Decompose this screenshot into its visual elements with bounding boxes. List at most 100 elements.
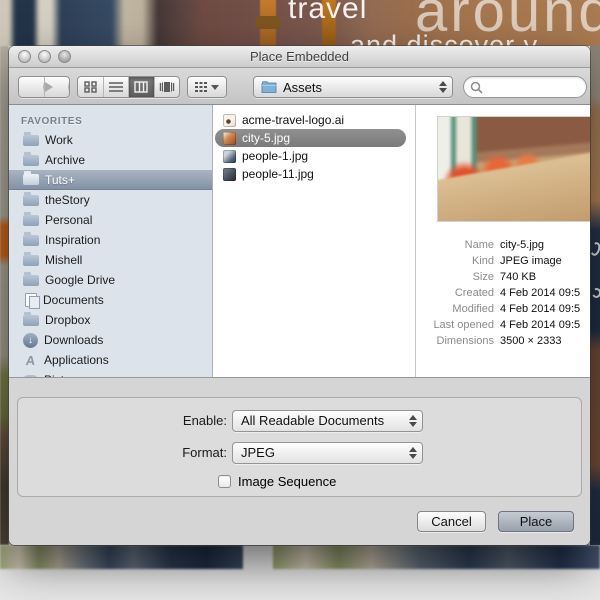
image-sequence-checkbox[interactable] — [218, 475, 231, 488]
folder-icon — [23, 215, 39, 226]
poster-script-fragment — [590, 241, 600, 257]
sidebar-item-documents[interactable]: Documents — [9, 290, 212, 310]
place-button[interactable]: Place — [498, 511, 574, 532]
metadata-row: KindJPEG image — [416, 253, 590, 269]
file-row-people-1[interactable]: people-1.jpg — [215, 147, 406, 165]
metadata-label: Created — [416, 287, 500, 299]
sidebar-item-mishell[interactable]: Mishell — [9, 250, 212, 270]
metadata-label: Last opened — [416, 319, 500, 331]
poster-subheadline: and discover y — [350, 30, 538, 46]
popup-stepper-icon — [406, 412, 420, 430]
search-input[interactable] — [487, 80, 577, 94]
folder-icon — [23, 195, 39, 206]
folder-icon — [23, 135, 39, 146]
file-metadata: Namecity-5.jpg KindJPEG image Size740 KB… — [416, 237, 590, 349]
window-controls — [18, 50, 71, 63]
minimize-window-button[interactable] — [38, 50, 51, 63]
column-view-button[interactable] — [129, 77, 155, 97]
sidebar-item-label: Work — [45, 133, 73, 147]
coverflow-view-button[interactable] — [155, 77, 180, 97]
background-photo-left — [0, 545, 243, 569]
title-bar[interactable]: Place Embedded — [9, 46, 590, 68]
file-row-city-5[interactable]: city-5.jpg — [215, 129, 406, 147]
sidebar-item-inspiration[interactable]: Inspiration — [9, 230, 212, 250]
preview-pane: Namecity-5.jpg KindJPEG image Size740 KB… — [416, 105, 590, 377]
dialog-title: Place Embedded — [9, 46, 590, 67]
history-nav — [18, 76, 70, 98]
cancel-button[interactable]: Cancel — [417, 511, 486, 532]
metadata-row: Last opened4 Feb 2014 09:5 — [416, 317, 590, 333]
poster-script-fragment — [591, 287, 600, 299]
forward-icon — [45, 82, 70, 92]
list-view-icon — [109, 81, 123, 93]
background-poster: travel around and discover y — [0, 0, 600, 46]
folder-icon — [23, 235, 39, 246]
applications-icon: A — [22, 353, 39, 368]
column-view-icon — [134, 81, 148, 93]
metadata-row: Dimensions3500 × 2333 — [416, 333, 590, 349]
sidebar-item-work[interactable]: Work — [9, 130, 212, 150]
metadata-value: city-5.jpg — [500, 239, 544, 251]
sidebar-item-label: Google Drive — [45, 273, 115, 287]
sidebar-item-applications[interactable]: A Applications — [9, 350, 212, 370]
file-row-people-11[interactable]: people-11.jpg — [215, 165, 406, 183]
sidebar-item-dropbox[interactable]: Dropbox — [9, 310, 212, 330]
metadata-value: 740 KB — [500, 271, 536, 283]
sidebar-item-label: Archive — [45, 153, 85, 167]
folder-icon — [23, 315, 39, 326]
image-sequence-label: Image Sequence — [238, 474, 336, 489]
icon-view-icon — [84, 81, 97, 93]
location-popup[interactable]: Assets — [253, 76, 453, 98]
backpack-buckle — [256, 16, 280, 29]
forward-button[interactable] — [45, 77, 70, 97]
sidebar-section-label: FAVORITES — [9, 114, 212, 130]
file-name: people-11.jpg — [242, 167, 314, 181]
sidebar-item-personal[interactable]: Personal — [9, 210, 212, 230]
background-right-strip — [590, 46, 600, 545]
list-view-button[interactable] — [104, 77, 130, 97]
format-row: Format: JPEG — [9, 442, 590, 464]
sidebar-item-google-drive[interactable]: Google Drive — [9, 270, 212, 290]
pictures-icon — [23, 375, 38, 378]
metadata-value: 4 Feb 2014 09:5 — [500, 287, 580, 299]
background-photo-right — [273, 545, 600, 569]
poster-headline-small: travel — [288, 0, 367, 26]
enable-label: Enable: — [87, 410, 227, 432]
enable-popup[interactable]: All Readable Documents — [232, 410, 423, 432]
file-row-acme-travel-logo[interactable]: acme-travel-logo.ai — [215, 111, 406, 129]
metadata-value: 3500 × 2333 — [500, 335, 561, 347]
sidebar-item-thestory[interactable]: theStory — [9, 190, 212, 210]
sidebar-item-label: Pictures — [44, 373, 87, 377]
sidebar-item-downloads[interactable]: ↓Downloads — [9, 330, 212, 350]
image-sequence-row: Image Sequence — [218, 473, 336, 489]
search-field[interactable] — [463, 76, 587, 98]
close-window-button[interactable] — [18, 50, 31, 63]
sidebar-item-label: Documents — [43, 293, 104, 307]
metadata-label: Size — [416, 271, 500, 283]
format-label: Format: — [87, 442, 227, 464]
image-file-icon — [223, 168, 236, 181]
format-popup[interactable]: JPEG — [232, 442, 423, 464]
sidebar-item-label: Mishell — [45, 253, 82, 267]
sidebar-item-tuts[interactable]: Tuts+ — [9, 170, 212, 190]
sidebar-item-pictures[interactable]: Pictures — [9, 370, 212, 377]
sidebar-item-label: Applications — [44, 353, 109, 367]
folder-icon — [23, 155, 39, 166]
chevron-down-icon — [211, 85, 219, 90]
ai-file-icon — [223, 114, 236, 127]
icon-view-button[interactable] — [78, 77, 104, 97]
file-name: acme-travel-logo.ai — [242, 113, 344, 127]
sidebar-item-archive[interactable]: Archive — [9, 150, 212, 170]
popup-stepper-icon — [436, 78, 450, 96]
zoom-window-button[interactable] — [58, 50, 71, 63]
back-button[interactable] — [19, 77, 45, 97]
popup-stepper-icon — [406, 444, 420, 462]
metadata-label: Kind — [416, 255, 500, 267]
toolbar: Assets — [9, 68, 590, 105]
action-menu-button[interactable] — [187, 76, 227, 98]
folder-icon — [261, 81, 277, 94]
image-file-icon — [223, 150, 236, 163]
metadata-label: Name — [416, 239, 500, 251]
file-browser: FAVORITES Work Archive Tuts+ theStory Pe… — [9, 105, 590, 378]
folder-icon — [23, 174, 39, 185]
